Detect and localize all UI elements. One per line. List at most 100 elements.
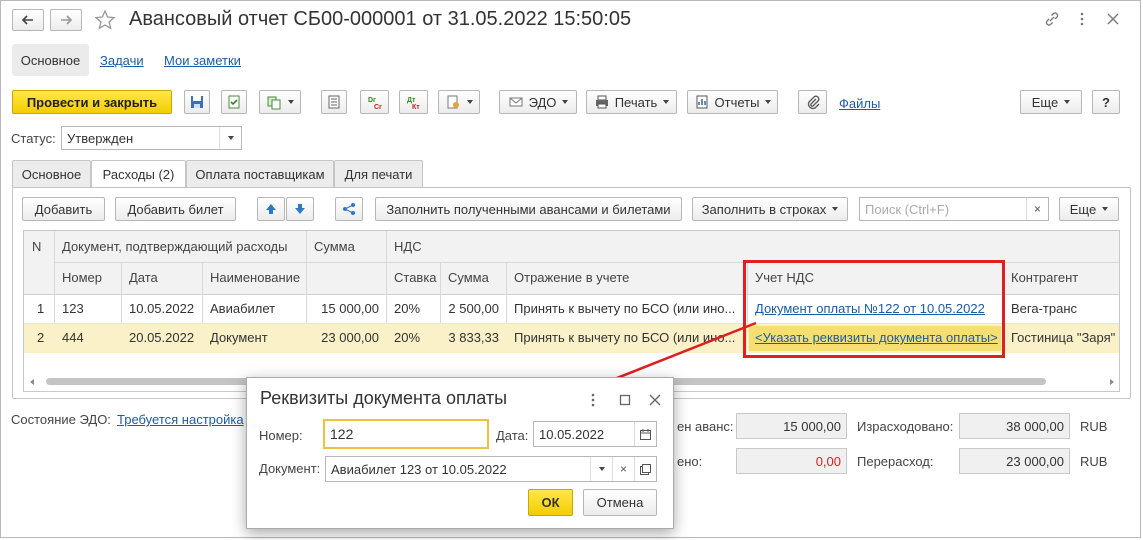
post-and-close-button[interactable]: Провести и закрыть bbox=[12, 90, 172, 114]
cell-vat-sum: 3 833,33 bbox=[448, 330, 499, 345]
post-button[interactable] bbox=[221, 90, 247, 114]
dialog-date-value: 10.05.2022 bbox=[539, 426, 605, 442]
add-ticket-label: Добавить билет bbox=[127, 201, 224, 217]
dt-kt-button[interactable]: Dr Cr bbox=[360, 90, 389, 114]
printer-icon bbox=[595, 95, 608, 109]
status-value: Утвержден bbox=[67, 130, 134, 146]
cell-counterparty: Гостиница "Заря" bbox=[1011, 330, 1116, 345]
favorite-star-icon[interactable] bbox=[94, 9, 116, 31]
calendar-icon[interactable] bbox=[634, 422, 656, 446]
tab-main[interactable]: Основное bbox=[12, 160, 91, 187]
cell-number: 444 bbox=[62, 330, 84, 345]
dialog-doc-open-icon[interactable] bbox=[634, 457, 656, 481]
link-icon[interactable] bbox=[1044, 11, 1060, 27]
col-header-counterparty[interactable]: Контрагент bbox=[1011, 270, 1078, 285]
col-header-date[interactable]: Дата bbox=[129, 270, 158, 285]
files-link[interactable]: Файлы bbox=[839, 96, 880, 111]
status-select[interactable]: Утвержден bbox=[61, 126, 242, 150]
more-vertical-icon[interactable] bbox=[1074, 11, 1090, 27]
close-icon[interactable] bbox=[1105, 11, 1121, 27]
status-dropdown-icon[interactable] bbox=[219, 127, 241, 149]
col-header-vat-sum[interactable]: Сумма bbox=[448, 270, 489, 285]
help-label: ? bbox=[1102, 94, 1110, 110]
cell-sum: 23 000,00 bbox=[321, 330, 379, 345]
save-button[interactable] bbox=[184, 90, 210, 114]
dt-kt-postings-icon: DrCr bbox=[368, 97, 382, 110]
highlight-frame bbox=[743, 260, 1005, 358]
tab-supplier-payments-label: Оплата поставщикам bbox=[195, 166, 325, 182]
cell-vat-sum: 2 500,00 bbox=[448, 301, 499, 316]
svg-text:Cr: Cr bbox=[374, 104, 382, 110]
dialog-ok-label: ОК bbox=[541, 495, 560, 510]
help-button[interactable]: ? bbox=[1092, 90, 1120, 114]
edo-caret-icon bbox=[562, 100, 569, 104]
print-button[interactable]: Печать bbox=[586, 90, 677, 114]
fill-rows-label: Заполнить в строках bbox=[701, 201, 827, 217]
col-header-sum[interactable]: Сумма bbox=[314, 239, 355, 254]
col-header-rate[interactable]: Ставка bbox=[394, 270, 437, 285]
dialog-cancel-button[interactable]: Отмена bbox=[583, 489, 657, 516]
paperclip-icon bbox=[807, 95, 819, 110]
svg-text:Кт: Кт bbox=[412, 104, 420, 110]
add-ticket-button[interactable]: Добавить билет bbox=[115, 197, 236, 221]
cell-name: Документ bbox=[210, 330, 268, 345]
edo-button[interactable]: ЭДО bbox=[499, 90, 577, 114]
dialog-more-icon[interactable] bbox=[585, 392, 601, 408]
nav-tab-tasks[interactable]: Задачи bbox=[100, 53, 144, 68]
nav-tab-main-label: Основное bbox=[20, 52, 81, 68]
forward-button[interactable] bbox=[50, 9, 82, 31]
dialog-date-input[interactable]: 10.05.2022 bbox=[533, 421, 657, 447]
spent-currency: RUB bbox=[1080, 419, 1108, 434]
table-more-button[interactable]: Еще bbox=[1059, 197, 1119, 221]
move-up-button[interactable] bbox=[257, 197, 285, 221]
tab-print[interactable]: Для печати bbox=[334, 160, 423, 187]
share-button[interactable] bbox=[335, 197, 363, 221]
edo-state-link[interactable]: Требуется настройка bbox=[117, 412, 244, 427]
nav-tab-notes[interactable]: Мои заметки bbox=[164, 53, 241, 68]
move-down-button[interactable] bbox=[286, 197, 314, 221]
cell-n: 1 bbox=[37, 301, 45, 316]
tab-print-label: Для печати bbox=[344, 166, 413, 182]
col-header-name[interactable]: Наименование bbox=[210, 270, 300, 285]
dialog-ok-button[interactable]: ОК bbox=[528, 489, 573, 516]
create-based-on-button[interactable] bbox=[259, 90, 301, 114]
col-header-doc[interactable]: Документ, подтверждающий расходы bbox=[62, 239, 287, 254]
cell-name: Авиабилет bbox=[210, 301, 276, 316]
dt-kt-ru-icon: ДтКт bbox=[407, 97, 420, 110]
nav-tab-main[interactable]: Основное bbox=[12, 44, 89, 76]
fill-advances-label: Заполнить полученными авансами и билетам… bbox=[386, 201, 671, 217]
col-header-number[interactable]: Номер bbox=[62, 270, 102, 285]
status-label: Статус: bbox=[11, 131, 56, 146]
fill-advances-button[interactable]: Заполнить полученными авансами и билетам… bbox=[375, 197, 682, 221]
tab-supplier-payments[interactable]: Оплата поставщикам bbox=[186, 160, 334, 187]
cell-reflection: Принять к вычету по БСО (или ино... bbox=[514, 301, 736, 316]
tab-expenses[interactable]: Расходы (2) bbox=[91, 160, 186, 188]
reports-button[interactable]: Отчеты bbox=[687, 90, 778, 114]
col-header-reflection[interactable]: Отражение в учете bbox=[514, 270, 629, 285]
attach-files-button[interactable] bbox=[798, 90, 827, 114]
dialog-close-icon[interactable] bbox=[647, 392, 663, 408]
cell-number: 123 bbox=[62, 301, 84, 316]
search-clear-icon[interactable]: × bbox=[1026, 198, 1048, 220]
edo-label: ЭДО bbox=[528, 94, 557, 110]
journal-button[interactable] bbox=[321, 90, 347, 114]
back-button[interactable] bbox=[12, 9, 44, 31]
structure-caret-icon bbox=[467, 100, 473, 104]
dialog-maximize-icon[interactable] bbox=[617, 392, 633, 408]
dt-kt-ru-button[interactable]: Дт Кт bbox=[399, 90, 428, 114]
dialog-doc-input[interactable]: Авиабилет 123 от 10.05.2022 × bbox=[325, 456, 657, 482]
more-actions-button[interactable]: Еще bbox=[1020, 90, 1082, 114]
dialog-doc-clear-icon[interactable]: × bbox=[612, 457, 634, 481]
cell-date: 10.05.2022 bbox=[129, 301, 195, 316]
col-header-vat[interactable]: НДС bbox=[394, 239, 422, 254]
add-button[interactable]: Добавить bbox=[22, 197, 105, 221]
overspent-value: 23 000,00 bbox=[959, 448, 1070, 474]
rest-value: 0,00 bbox=[736, 448, 847, 474]
search-input[interactable]: Поиск (Ctrl+F) × bbox=[859, 197, 1049, 221]
dialog-number-input[interactable]: 122 bbox=[323, 419, 489, 449]
structure-button[interactable] bbox=[438, 90, 480, 114]
fill-rows-button[interactable]: Заполнить в строках bbox=[692, 197, 848, 221]
dialog-doc-dropdown-icon[interactable] bbox=[590, 457, 612, 481]
print-label: Печать bbox=[614, 94, 658, 110]
col-header-n[interactable]: N bbox=[32, 239, 41, 254]
